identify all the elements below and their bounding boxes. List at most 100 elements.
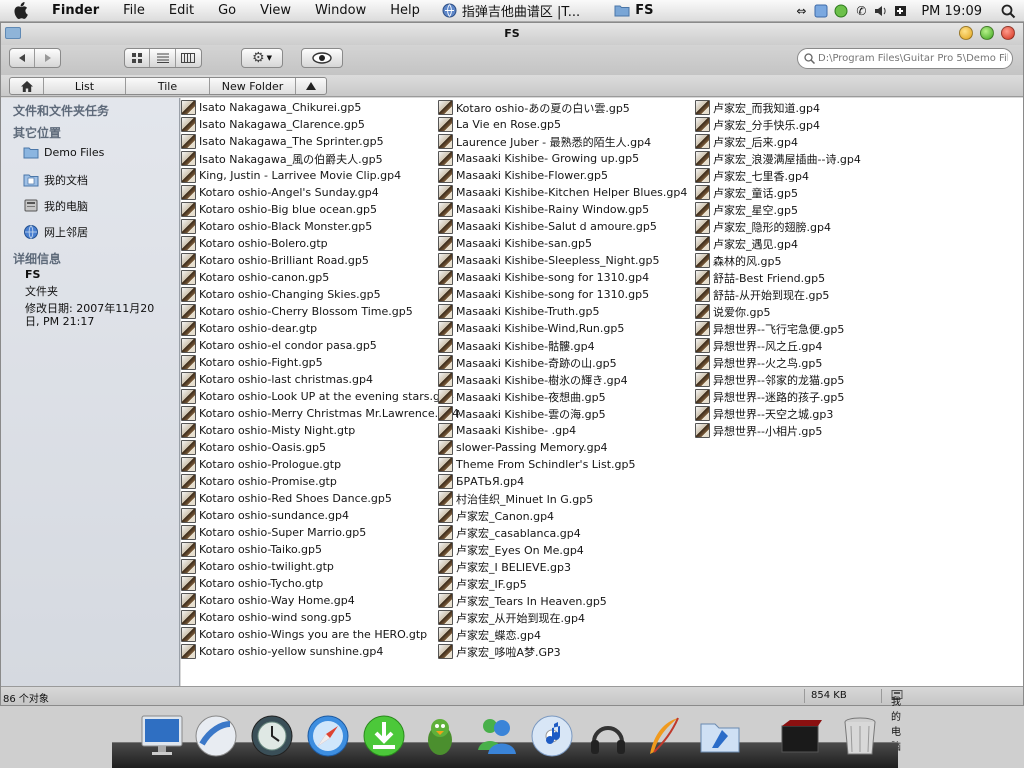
file-item[interactable]: Kotaro oshio-Bolero.gtp [181, 235, 328, 252]
file-item[interactable]: Masaaki Kishibe-Truth.gp5 [438, 303, 599, 320]
dock-msn-buddies-icon[interactable] [474, 714, 518, 758]
file-item[interactable]: Masaaki Kishibe-Kitchen Helper Blues.gp4 [438, 184, 687, 201]
file-item[interactable]: 舒喆-Best Friend.gp5 [695, 269, 825, 286]
file-item[interactable]: Kotaro oshio-Tycho.gtp [181, 575, 323, 592]
dock-media-box-icon[interactable] [778, 714, 822, 758]
dock-headphones-icon[interactable] [586, 714, 630, 758]
file-item[interactable]: 村治佳织_Minuet In G.gp5 [438, 490, 593, 507]
file-item[interactable]: Kotaro oshio-Black Monster.gp5 [181, 218, 372, 235]
taskbar-browser-tab[interactable]: 指弹吉他曲谱区 |T... [432, 1, 590, 20]
file-item[interactable]: Kotaro oshio-Taiko.gp5 [181, 541, 322, 558]
file-item[interactable]: Kotaro oshio-Merry Christmas Mr.Lawrence… [181, 405, 459, 422]
qq-tray-icon[interactable] [833, 3, 849, 19]
file-item[interactable]: Kotaro oshio-Fight.gp5 [181, 354, 323, 371]
forward-button[interactable] [35, 49, 60, 67]
dock-time-machine-icon[interactable] [250, 714, 294, 758]
file-item[interactable]: Kotaro oshio-Cherry Blossom Time.gp5 [181, 303, 413, 320]
file-item[interactable]: Kotaro oshio-Changing Skies.gp5 [181, 286, 381, 303]
menu-window[interactable]: Window [303, 3, 378, 18]
file-item[interactable]: 卢家宏_从开始到现在.gp4 [438, 609, 585, 626]
file-item[interactable]: Masaaki Kishibe-song for 1310.gp5 [438, 286, 649, 303]
phone-icon[interactable]: ✆ [853, 3, 869, 19]
sidebar-item-my-computer[interactable]: 我的电脑 [23, 198, 88, 214]
file-item[interactable]: Kotaro oshio-あの夏の白い雲.gp5 [438, 99, 630, 116]
back-button[interactable] [10, 49, 36, 67]
file-item[interactable]: Masaaki Kishibe-樹氷の輝き.gp4 [438, 371, 628, 388]
sidebar-details-heading[interactable]: 详细信息 [13, 250, 61, 267]
title-bar[interactable]: FS [1, 23, 1023, 45]
file-item[interactable]: 异想世界--飞行宅急便.gp5 [695, 320, 844, 337]
sidebar-places-heading[interactable]: 其它位置 [13, 124, 61, 141]
app-tray-icon[interactable] [813, 3, 829, 19]
file-item[interactable]: 异想世界--迷路的孩子.gp5 [695, 388, 844, 405]
file-item[interactable]: 卢家宏_IF.gp5 [438, 575, 527, 592]
dock-monitor-icon[interactable] [140, 714, 184, 758]
file-item[interactable]: 卢家宏_Canon.gp4 [438, 507, 554, 524]
sidebar-item-demo-files[interactable]: Demo Files [23, 146, 104, 159]
file-item[interactable]: 卢家宏_浪漫满屋插曲--诗.gp4 [695, 150, 861, 167]
dock-trash-icon[interactable] [838, 714, 882, 758]
file-item[interactable]: 卢家宏_Eyes On Me.gp4 [438, 541, 584, 558]
file-item[interactable]: Masaaki Kishibe-骷髏.gp4 [438, 337, 595, 354]
file-item[interactable]: 卢家宏_隐形的翅膀.gp4 [695, 218, 831, 235]
file-item[interactable]: 卢家宏_哆啦A梦.GP3 [438, 643, 561, 660]
dock-browser-globe-icon[interactable] [194, 714, 238, 758]
file-item[interactable]: Theme From Schindler's List.gp5 [438, 456, 636, 473]
file-item[interactable]: Kotaro oshio-wind song.gp5 [181, 609, 352, 626]
file-item[interactable]: 异想世界--火之鸟.gp5 [695, 354, 822, 371]
file-item[interactable]: Kotaro oshio-sundance.gp4 [181, 507, 349, 524]
menu-edit[interactable]: Edit [157, 3, 206, 18]
file-item[interactable]: 卢家宏_蝶恋.gp4 [438, 626, 541, 643]
search-input[interactable] [818, 53, 1008, 64]
file-item[interactable]: 异想世界--风之丘.gp4 [695, 337, 822, 354]
file-item[interactable]: 卢家宏_casablanca.gp4 [438, 524, 581, 541]
file-item[interactable]: 舒喆-从开始到现在.gp5 [695, 286, 829, 303]
apple-menu-icon[interactable] [0, 0, 40, 22]
zoom-button[interactable] [980, 26, 994, 40]
breadcrumb-home[interactable] [10, 78, 44, 94]
close-button[interactable] [1001, 26, 1015, 40]
action-menu-button[interactable]: ⚙ ▼ [241, 48, 283, 68]
file-item[interactable]: Masaaki Kishibe-夜想曲.gp5 [438, 388, 606, 405]
file-item[interactable]: Kotaro oshio-Way Home.gp4 [181, 592, 355, 609]
file-item[interactable]: Isato Nakagawa_Clarence.gp5 [181, 116, 365, 133]
file-item[interactable]: 卢家宏_星空.gp5 [695, 201, 798, 218]
dock-itunes-icon[interactable] [530, 714, 574, 758]
file-item[interactable]: Kotaro oshio-Wings you are the HERO.gtp [181, 626, 427, 643]
file-item[interactable]: Kotaro oshio-Misty Night.gtp [181, 422, 355, 439]
menu-finder[interactable]: Finder [40, 3, 111, 18]
breadcrumb-tile[interactable]: Tile [126, 78, 210, 94]
file-item[interactable]: 卢家宏_I BELIEVE.gp3 [438, 558, 571, 575]
column-view-button[interactable] [176, 49, 201, 67]
sidebar-item-my-documents[interactable]: 我的文档 [23, 172, 88, 188]
file-item[interactable]: Kotaro oshio-Angel's Sunday.gp4 [181, 184, 379, 201]
file-item[interactable]: Masaaki Kishibe-Flower.gp5 [438, 167, 608, 184]
file-item[interactable]: Kotaro oshio-Prologue.gtp [181, 456, 341, 473]
file-item[interactable]: Kotaro oshio-el condor pasa.gp5 [181, 337, 377, 354]
file-item[interactable]: Kotaro oshio-last christmas.gp4 [181, 371, 373, 388]
breadcrumb-up-button[interactable] [296, 78, 326, 94]
file-item[interactable]: Kotaro oshio-Brilliant Road.gp5 [181, 252, 369, 269]
file-item[interactable]: Masaaki Kishibe-song for 1310.gp4 [438, 269, 649, 286]
file-item[interactable]: Masaaki Kishibe-san.gp5 [438, 235, 592, 252]
file-item[interactable]: Kotaro oshio-dear.gtp [181, 320, 317, 337]
dock-qq-penguin-icon[interactable] [418, 714, 462, 758]
file-item[interactable]: 卢家宏_童话.gp5 [695, 184, 798, 201]
search-field[interactable] [797, 48, 1013, 69]
dock-quill-icon[interactable] [642, 714, 686, 758]
file-item[interactable]: Masaaki Kishibe- .gp4 [438, 422, 576, 439]
file-item[interactable]: БРАТЬЯ.gp4 [438, 473, 524, 490]
volume-icon[interactable] [873, 3, 889, 19]
file-item[interactable]: Kotaro oshio-twilight.gtp [181, 558, 334, 575]
file-item[interactable]: 卢家宏_Tears In Heaven.gp5 [438, 592, 607, 609]
file-item[interactable]: Masaaki Kishibe-奇跡の山.gp5 [438, 354, 617, 371]
file-item[interactable]: Kotaro oshio-Red Shoes Dance.gp5 [181, 490, 392, 507]
breadcrumb-list[interactable]: List [44, 78, 126, 94]
sidebar-item-network[interactable]: 网上邻居 [23, 224, 88, 240]
minimize-button[interactable] [959, 26, 973, 40]
file-item[interactable]: 卢家宏_而我知道.gp4 [695, 99, 820, 116]
menu-help[interactable]: Help [378, 3, 432, 18]
file-item[interactable]: Masaaki Kishibe-Rainy Window.gp5 [438, 201, 649, 218]
file-item[interactable]: Masaaki Kishibe- Growing up.gp5 [438, 150, 639, 167]
menubar-clock[interactable]: PM 19:09 [921, 4, 982, 19]
